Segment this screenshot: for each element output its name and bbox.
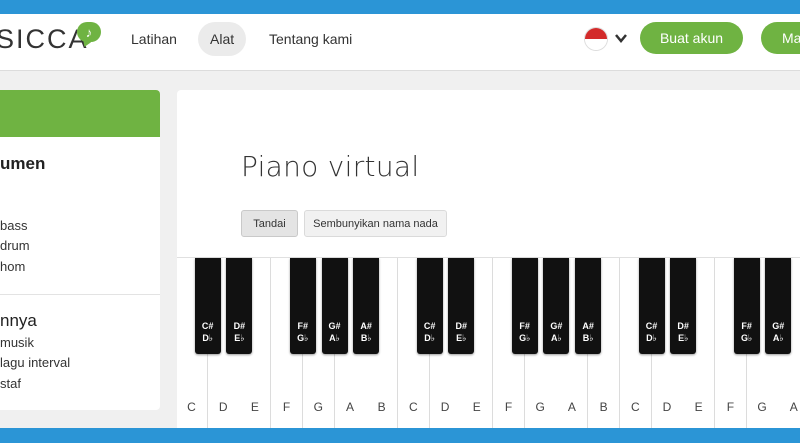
white-key-label: G: [757, 400, 767, 414]
black-key-label: G# A♭: [772, 321, 785, 343]
white-key-label: C: [630, 400, 640, 414]
indonesia-flag-icon[interactable]: [584, 27, 608, 51]
black-key-label: A# B♭: [582, 321, 594, 343]
white-key-label: A: [789, 400, 798, 414]
black-key[interactable]: C# D♭: [638, 258, 665, 354]
hide-note-names-button[interactable]: Sembunyikan nama nada: [304, 210, 447, 237]
piano-keyboard[interactable]: C D E F G A B C D E F G A B C D E F G A C# D♭ D# E♭ F# G♭ G# A♭…: [177, 257, 800, 428]
black-key[interactable]: G# A♭: [321, 258, 348, 354]
black-key[interactable]: C# D♭: [416, 258, 443, 354]
black-key-label: F# G♭: [519, 321, 531, 343]
black-key[interactable]: G# A♭: [543, 258, 570, 354]
white-key-label: B: [377, 400, 386, 414]
black-key[interactable]: A# B♭: [353, 258, 380, 354]
black-key[interactable]: D# E♭: [670, 258, 697, 354]
sidebar-section-instrumen-title: umen: [0, 154, 46, 173]
white-key-label: F: [726, 400, 735, 414]
black-key-label: D# E♭: [677, 321, 689, 343]
login-button[interactable]: Ma: [761, 22, 800, 54]
sidebar-item-hom[interactable]: hom: [0, 259, 25, 274]
speech-bubble-note-icon: ♪: [77, 22, 101, 42]
black-key-label: G# A♭: [550, 321, 563, 343]
sidebar-item-drum[interactable]: drum: [0, 238, 30, 253]
site-logo[interactable]: SICCA: [0, 24, 89, 55]
white-key-label: B: [599, 400, 608, 414]
site-header: SICCA ♪ Latihan Alat Tentang kami Buat a…: [0, 14, 800, 71]
page-title: Piano virtual: [241, 150, 420, 183]
white-key-label: A: [345, 400, 354, 414]
black-key-label: G# A♭: [328, 321, 341, 343]
nav-alat[interactable]: Alat: [198, 22, 247, 56]
white-key-label: E: [694, 400, 703, 414]
black-key-label: A# B♭: [360, 321, 372, 343]
black-key-label: C# D♭: [423, 321, 436, 343]
white-key-label: A: [567, 400, 576, 414]
white-key-label: C: [187, 400, 196, 414]
signup-button[interactable]: Buat akun: [640, 22, 743, 54]
white-key-label: C: [409, 400, 418, 414]
black-key[interactable]: F# G♭: [289, 258, 316, 354]
sidebar-item-musik[interactable]: musik: [0, 335, 34, 350]
white-key-label: D: [662, 400, 672, 414]
black-key-label: D# E♭: [455, 321, 468, 343]
white-key-label: F: [504, 400, 513, 414]
main-content: Piano virtual Tandai Sembunyikan nama na…: [177, 90, 800, 428]
white-key-label: F: [282, 400, 291, 414]
sidebar-header-bar: [0, 90, 160, 137]
sidebar-item-lagu-interval[interactable]: lagu interval: [0, 355, 70, 370]
black-key[interactable]: C# D♭: [194, 258, 221, 354]
chevron-down-icon[interactable]: [614, 31, 628, 45]
sidebar-section-lainnya-title: nnya: [0, 311, 37, 330]
black-key[interactable]: A# B♭: [575, 258, 602, 354]
black-key[interactable]: F# G♭: [733, 258, 760, 354]
mark-button[interactable]: Tandai: [241, 210, 298, 237]
white-key-label: E: [472, 400, 481, 414]
black-key-label: F# G♭: [740, 321, 753, 343]
sidebar: umen bass drum hom nnya musik lagu inter…: [0, 90, 160, 410]
black-key[interactable]: G# A♭: [765, 258, 792, 354]
black-key[interactable]: D# E♭: [448, 258, 475, 354]
bottom-strip: [0, 428, 800, 443]
black-key[interactable]: F# G♭: [511, 258, 538, 354]
black-key-label: D# E♭: [233, 321, 246, 343]
top-strip: [0, 0, 800, 14]
black-key-label: C# D♭: [201, 321, 214, 343]
sidebar-item-staf[interactable]: staf: [0, 376, 21, 391]
black-key[interactable]: D# E♭: [226, 258, 253, 354]
white-key-label: G: [535, 400, 545, 414]
nav-latihan[interactable]: Latihan: [119, 22, 189, 56]
sidebar-item-bass[interactable]: bass: [0, 218, 27, 233]
nav-tentang-kami[interactable]: Tentang kami: [257, 22, 364, 56]
white-key-label: D: [218, 400, 228, 414]
sidebar-divider: [0, 294, 160, 295]
white-key-label: G: [313, 400, 323, 414]
black-key-label: C# D♭: [645, 321, 658, 343]
white-key-label: E: [250, 400, 259, 414]
black-key-label: F# G♭: [297, 321, 309, 343]
white-key-label: D: [440, 400, 450, 414]
